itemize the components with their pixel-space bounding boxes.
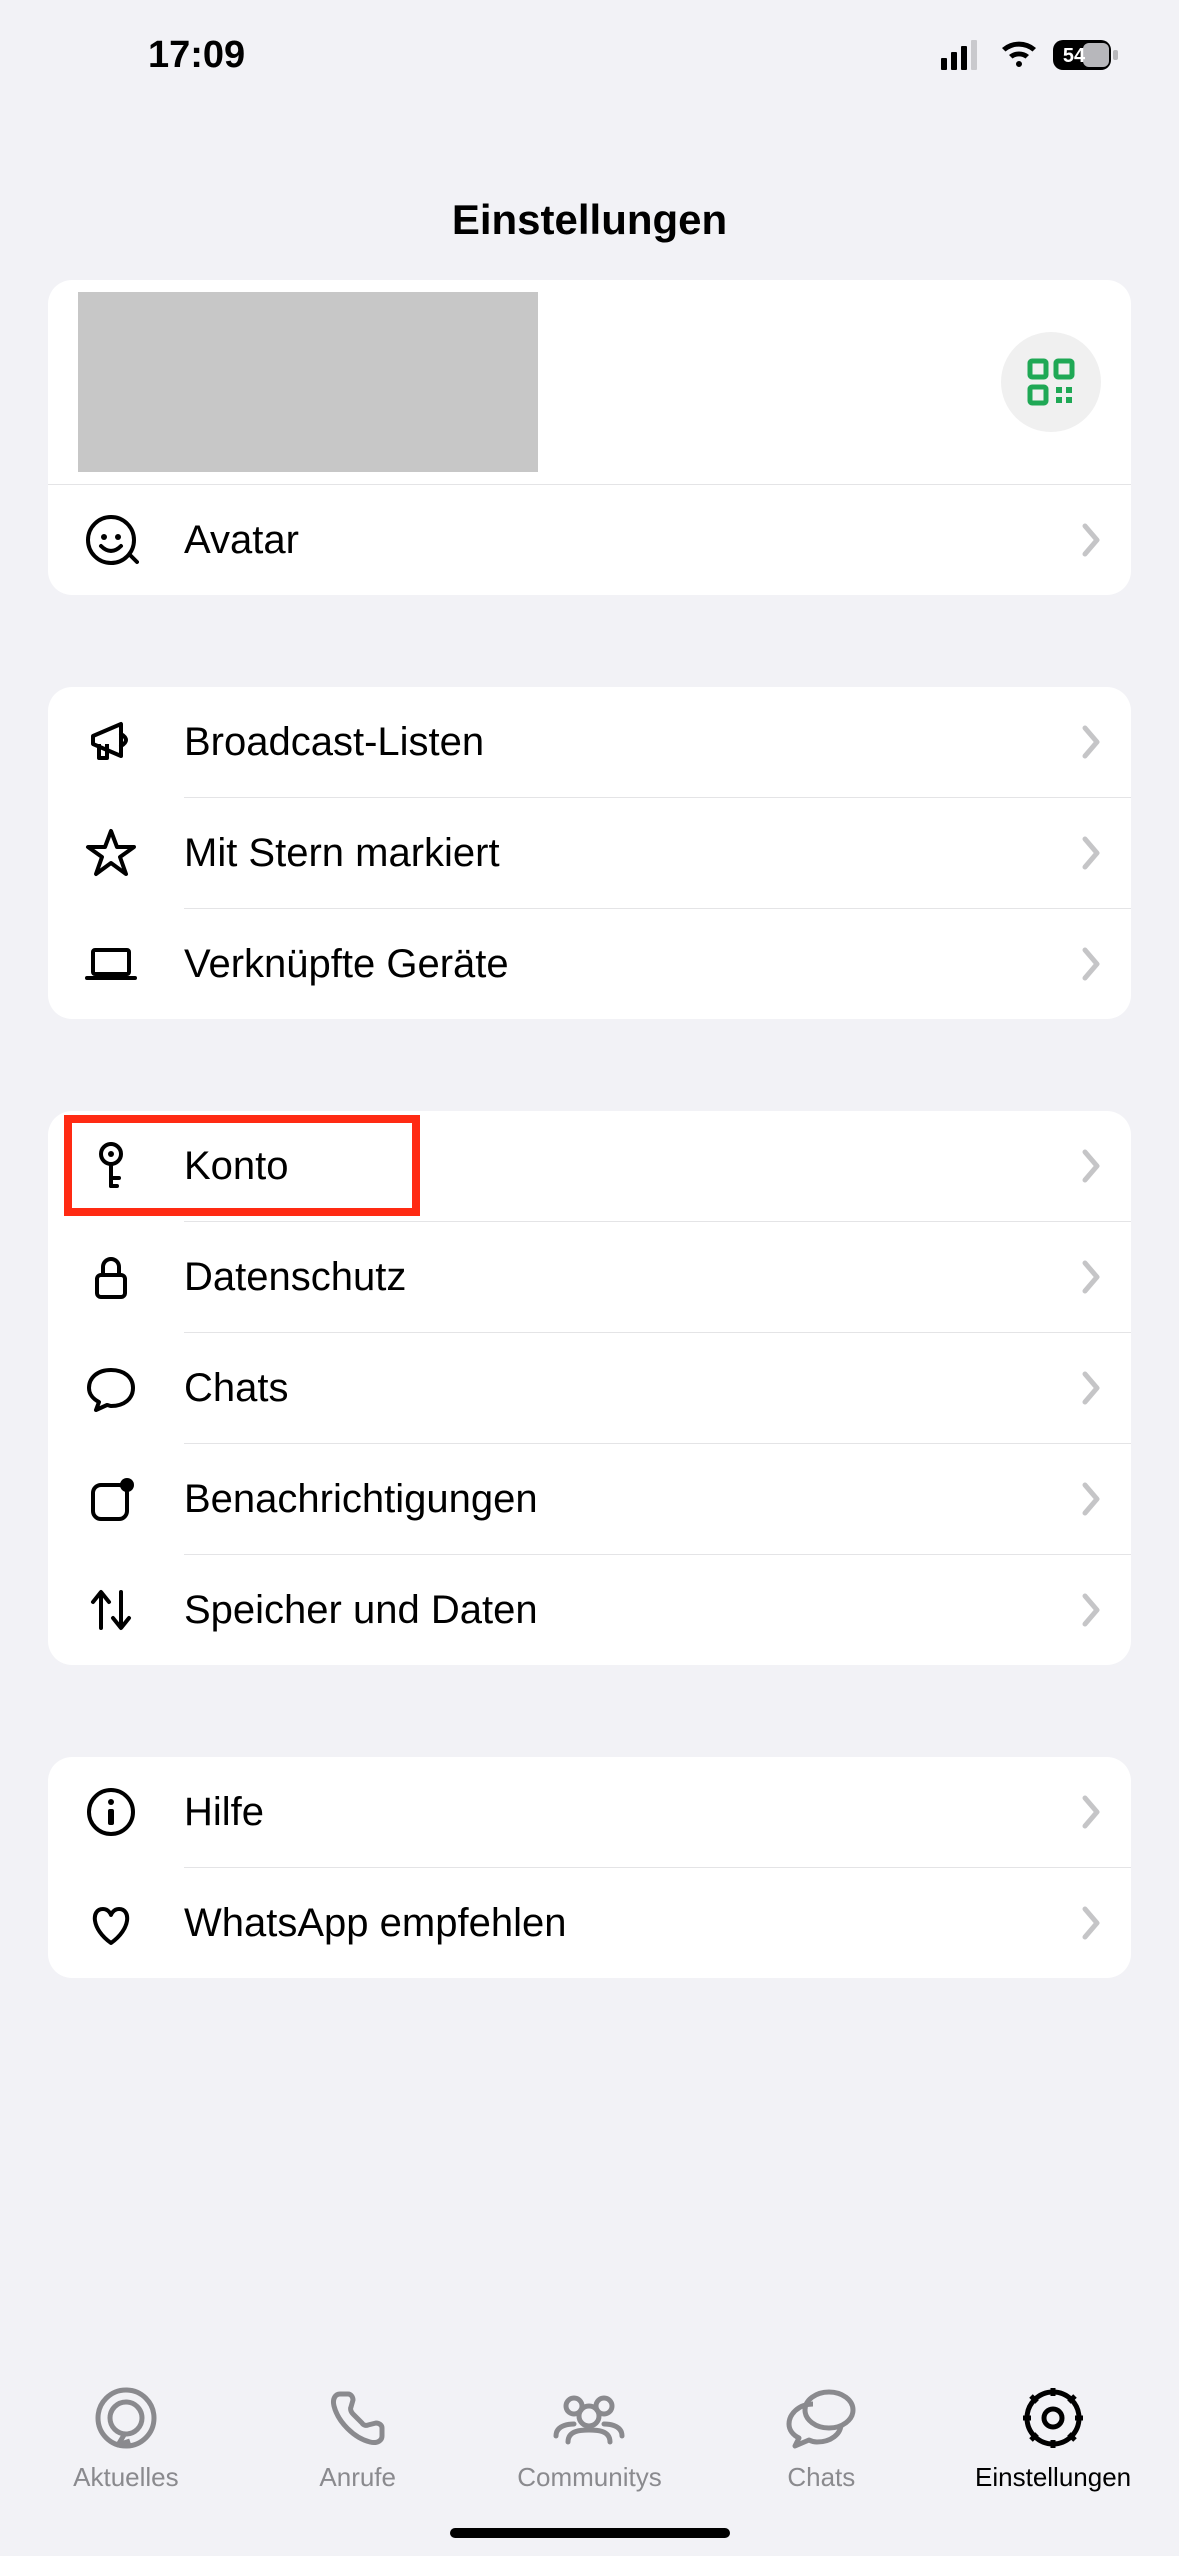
settings-section-account: Konto Datenschutz Chats Benachrichtigung… [48,1111,1131,1665]
settings-item-label: Hilfe [184,1790,264,1834]
settings-item-label: Datenschutz [184,1255,406,1299]
arrows-updown-icon [76,1582,146,1638]
settings-item-label: Mit Stern markiert [184,831,500,875]
notification-square-icon [76,1471,146,1527]
chevron-right-icon [1081,1259,1103,1295]
tab-anrufe[interactable]: Anrufe [242,2382,474,2556]
settings-item-label: Broadcast-Listen [184,720,484,764]
profile-name-redacted [78,292,538,472]
settings-item-notifications[interactable]: Benachrichtigungen [48,1444,1131,1554]
profile-row[interactable] [48,280,1131,484]
chevron-right-icon [1081,1148,1103,1184]
page-title: Einstellungen [0,110,1179,280]
chevron-right-icon [1081,1592,1103,1628]
chevron-right-icon [1081,724,1103,760]
chevron-right-icon [1081,835,1103,871]
star-icon [76,825,146,881]
people-icon [544,2382,634,2454]
chats-tab-icon [781,2382,861,2454]
settings-item-privacy[interactable]: Datenschutz [48,1222,1131,1332]
status-bar: 17:09 54 [0,0,1179,110]
cellular-icon [941,40,985,70]
phone-icon [322,2382,394,2454]
lock-icon [76,1249,146,1305]
settings-item-broadcast[interactable]: Broadcast-Listen [48,687,1131,797]
tab-chats[interactable]: Chats [705,2382,937,2556]
avatar-face-icon [76,512,146,568]
battery-icon: 54 [1053,40,1119,70]
settings-item-help[interactable]: Hilfe [48,1757,1131,1867]
settings-item-label: Benachrichtigungen [184,1477,538,1521]
status-circle-icon [90,2382,162,2454]
chevron-right-icon [1081,1794,1103,1830]
tab-label: Chats [787,2462,855,2493]
qr-code-button[interactable] [1001,332,1101,432]
status-time: 17:09 [60,34,245,77]
status-indicators: 54 [941,40,1119,70]
settings-item-account[interactable]: Konto [48,1111,1131,1221]
settings-item-label: Chats [184,1366,289,1410]
megaphone-icon [76,714,146,770]
tab-label: Anrufe [319,2462,396,2493]
settings-section-help: Hilfe WhatsApp empfehlen [48,1757,1131,1978]
settings-item-chats[interactable]: Chats [48,1333,1131,1443]
gear-icon [1017,2382,1089,2454]
key-icon [76,1138,146,1194]
chat-bubble-icon [76,1360,146,1416]
chevron-right-icon [1081,1905,1103,1941]
tab-label: Communitys [517,2462,661,2493]
settings-section-lists: Broadcast-Listen Mit Stern markiert Verk… [48,687,1131,1019]
settings-item-label: Konto [184,1144,289,1188]
heart-icon [76,1895,146,1951]
chevron-right-icon [1081,522,1103,558]
settings-item-tell-a-friend[interactable]: WhatsApp empfehlen [48,1868,1131,1978]
settings-item-label: WhatsApp empfehlen [184,1901,566,1945]
settings-item-label: Verknüpfte Geräte [184,942,509,986]
settings-item-label: Speicher und Daten [184,1588,538,1632]
settings-item-label: Avatar [184,518,299,562]
chevron-right-icon [1081,1481,1103,1517]
chevron-right-icon [1081,1370,1103,1406]
info-icon [76,1784,146,1840]
settings-item-linked-devices[interactable]: Verknüpfte Geräte [48,909,1131,1019]
tab-aktuelles[interactable]: Aktuelles [10,2382,242,2556]
settings-section-profile: Avatar [48,280,1131,595]
home-indicator[interactable] [450,2528,730,2538]
settings-item-avatar[interactable]: Avatar [48,485,1131,595]
chevron-right-icon [1081,946,1103,982]
svg-text:54: 54 [1063,45,1086,67]
settings-item-starred[interactable]: Mit Stern markiert [48,798,1131,908]
wifi-icon [999,40,1039,70]
settings-item-storage[interactable]: Speicher und Daten [48,1555,1131,1665]
tab-einstellungen[interactable]: Einstellungen [937,2382,1169,2556]
tab-label: Einstellungen [975,2462,1131,2493]
laptop-icon [76,936,146,992]
tab-label: Aktuelles [73,2462,179,2493]
